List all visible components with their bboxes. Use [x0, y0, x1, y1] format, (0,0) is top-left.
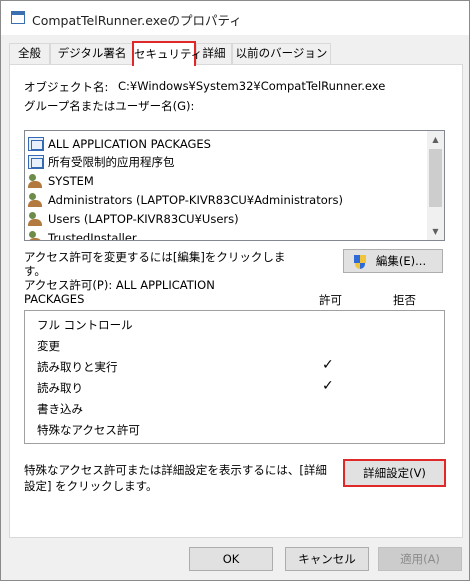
principal-name: 所有受限制的应用程序包 — [48, 154, 175, 169]
advanced-button[interactable]: 詳細設定(V) — [343, 459, 446, 487]
edit-button[interactable]: 編集(E)... — [343, 249, 443, 273]
ok-button[interactable]: OK — [189, 547, 273, 571]
edit-button-label: 編集(E)... — [375, 254, 427, 268]
allow-column-header: 許可 — [319, 293, 342, 307]
principal-name: TrustedInstaller — [48, 230, 137, 241]
principals-list[interactable]: ALL APPLICATION PACKAGES 所有受限制的应用程序包 SYS… — [24, 130, 445, 241]
apply-button[interactable]: 適用(A) — [378, 547, 462, 571]
principal-name: Users (LAPTOP-KIVR83CU¥Users) — [48, 211, 239, 226]
advanced-hint-line1: 特殊なアクセス許可または詳細設定を表示するには、[詳細 — [24, 463, 327, 477]
window-title: CompatTelRunner.exeのプロパティ — [32, 13, 242, 28]
table-row: 変更 — [37, 339, 60, 353]
group-list-label: グループ名またはユーザー名(G): — [24, 99, 195, 113]
allow-check-icon: ✓ — [322, 357, 334, 373]
tab-digital-signatures[interactable]: デジタル署名 — [50, 43, 134, 64]
object-name-value: C:¥Windows¥System32¥CompatTelRunner.exe — [118, 79, 386, 93]
deny-column-header: 拒否 — [393, 293, 416, 307]
list-item[interactable]: 所有受限制的应用程序包 — [28, 152, 428, 171]
principal-name: Administrators (LAPTOP-KIVR83CU¥Administ… — [48, 192, 343, 207]
tab-previous-versions[interactable]: 以前のバージョン — [232, 43, 331, 64]
title-bar[interactable]: CompatTelRunner.exeのプロパティ — [1, 1, 469, 35]
users-icon — [28, 173, 44, 188]
scroll-up-icon[interactable]: ▲ — [427, 131, 444, 148]
permissions-table: フル コントロール 変更 読み取りと実行 読み取り 書き込み 特殊なアクセス許可… — [24, 310, 445, 444]
advanced-hint-line2: 設定] をクリックします。 — [24, 479, 158, 493]
table-row: フル コントロール — [37, 318, 133, 332]
principal-name: ALL APPLICATION PACKAGES — [48, 136, 211, 151]
list-item[interactable]: Users (LAPTOP-KIVR83CU¥Users) — [28, 209, 428, 228]
list-scrollbar[interactable]: ▲ ▼ — [427, 131, 444, 240]
window-app-icon — [11, 11, 25, 24]
users-icon — [28, 192, 44, 207]
permissions-for-line2: PACKAGES — [24, 292, 85, 306]
table-row: 読み取り — [37, 381, 83, 395]
table-row: 読み取りと実行 — [37, 360, 118, 374]
package-icon — [28, 154, 44, 169]
tab-general[interactable]: 全般 — [9, 43, 50, 64]
properties-window: CompatTelRunner.exeのプロパティ 全般 デジタル署名 セキュリ… — [0, 0, 470, 581]
package-icon — [28, 136, 44, 151]
uac-shield-icon — [354, 255, 366, 269]
list-item[interactable]: Administrators (LAPTOP-KIVR83CU¥Administ… — [28, 190, 428, 209]
tab-security[interactable]: セキュリティ — [132, 41, 202, 66]
cancel-button[interactable]: キャンセル — [285, 547, 369, 571]
users-icon — [28, 230, 44, 240]
scroll-down-icon[interactable]: ▼ — [427, 223, 444, 240]
principal-name: SYSTEM — [48, 173, 94, 188]
users-icon — [28, 211, 44, 226]
object-name-label: オブジェクト名: — [24, 80, 109, 94]
change-hint-line1: アクセス許可を変更するには[編集]をクリックしま — [24, 250, 286, 264]
table-row: 書き込み — [37, 402, 83, 416]
list-item[interactable]: ALL APPLICATION PACKAGES — [28, 134, 428, 153]
table-row: 特殊なアクセス許可 — [37, 423, 140, 437]
list-item[interactable]: SYSTEM — [28, 171, 428, 190]
tab-strip: 全般 デジタル署名 セキュリティ 詳細 以前のバージョン — [9, 41, 463, 66]
scroll-thumb[interactable] — [429, 149, 442, 207]
list-item[interactable]: TrustedInstaller — [28, 228, 428, 241]
allow-check-icon: ✓ — [322, 378, 334, 394]
permissions-for-line1: アクセス許可(P): ALL APPLICATION — [24, 278, 215, 292]
